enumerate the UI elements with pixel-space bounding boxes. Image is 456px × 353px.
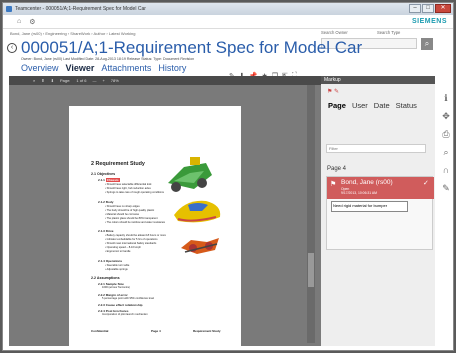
- maximize-button[interactable]: □: [422, 4, 434, 13]
- title-bar: Teamcenter - 000051/A;1-Requirement Spec…: [3, 3, 453, 15]
- settings-icon[interactable]: ⚙: [29, 18, 35, 26]
- page-footer-right: Requirement Study: [193, 329, 221, 333]
- magnet-icon[interactable]: ∩: [437, 165, 453, 183]
- search-icon[interactable]: ⌕: [421, 38, 433, 50]
- section-objectives: 2.1 Objectives: [91, 172, 116, 176]
- app-icon: [6, 6, 12, 12]
- page-footer-center: Page 4: [151, 329, 161, 333]
- markup-tab-page[interactable]: Page: [328, 101, 346, 110]
- markup-tab-status[interactable]: Status: [396, 101, 417, 110]
- chassis-number: 2.1.1: [98, 178, 105, 182]
- edit-icon[interactable]: ✎: [437, 183, 453, 201]
- viewer-toolbar: ⌕ ⬆ ⬇ Page: 1 of 6 — + 78%: [9, 76, 321, 85]
- note-text-input[interactable]: Need rigid material for bumper: [331, 201, 408, 212]
- page-label: Page:: [59, 78, 71, 83]
- note-meta: Open 9/17/2013, 10:06:31 AM: [341, 187, 377, 195]
- note-date: 9/17/2013, 10:06:31 AM: [341, 191, 378, 195]
- markup-filter-input[interactable]: [326, 144, 426, 153]
- doc-heading: 2 Requirement Study: [91, 161, 145, 167]
- scrollbar-thumb[interactable]: [308, 253, 314, 287]
- close-button[interactable]: ✕: [435, 4, 451, 13]
- zoom-icon[interactable]: ⌕: [437, 147, 453, 165]
- markup-header: Markup: [321, 76, 435, 84]
- list-item: Springs to take care of rough operating …: [105, 191, 164, 195]
- back-icon[interactable]: ‹: [7, 43, 17, 53]
- top-bar: ⌂ ⚙ SIEMENS: [3, 15, 453, 29]
- window-controls: – □ ✕: [409, 4, 451, 13]
- tab-attachments[interactable]: Attachments: [101, 63, 151, 73]
- move-icon[interactable]: ✥: [437, 111, 453, 129]
- chassis-list: Should have selectable differential lock…: [105, 183, 164, 195]
- tab-viewer[interactable]: Viewer: [66, 63, 95, 73]
- home-icon[interactable]: ⌂: [17, 18, 21, 25]
- section-drive: 2.1.3 Drive: [98, 229, 114, 233]
- chassis-highlight[interactable]: Chassis: [105, 178, 120, 182]
- section-body: 2.1.2 Body: [98, 200, 114, 204]
- brochures-text: Incorporation of pilot launch mechanism: [102, 313, 148, 316]
- note-flag-icon: ⚑: [330, 181, 337, 188]
- page-title: 000051/A;1-Requirement Spec for Model Ca…: [21, 38, 363, 57]
- item-meta: Owner: Bond, Jane (rs00) Last Modified D…: [21, 57, 194, 61]
- meta-owner: Owner: Bond, Jane (rs00): [21, 57, 63, 61]
- list-item: Ergonomic to handle: [105, 250, 166, 254]
- markup-tab-user[interactable]: User: [352, 101, 368, 110]
- print-icon[interactable]: ⎙: [437, 129, 453, 147]
- page-down-icon[interactable]: ⬇: [51, 78, 54, 83]
- zoom-out-button[interactable]: —: [92, 78, 96, 83]
- note-author: Bond, Jane (rs00): [341, 179, 393, 186]
- list-item: The colors should be rainbow and water r…: [105, 221, 166, 225]
- search-labels: Search Owner Search Type: [321, 30, 400, 35]
- markup-tab-date[interactable]: Date: [374, 101, 390, 110]
- markup-tabs: Page User Date Status: [328, 101, 417, 110]
- body-image: [174, 200, 221, 223]
- search-owner-label: Search Owner: [321, 30, 348, 35]
- document-page: 2 Requirement Study 2.1 Objectives 2.1.1…: [69, 106, 241, 346]
- meta-status: Release Status:: [126, 57, 153, 61]
- app-window: Teamcenter - 000051/A;1-Requirement Spec…: [2, 2, 454, 351]
- minimize-button[interactable]: –: [409, 4, 421, 13]
- meta-modified: Last Modified Date: 28-Aug-2013 18:19: [63, 57, 126, 61]
- breadcrumb[interactable]: Bond, Jane (rs00) › Engineering › ShareW…: [10, 31, 135, 36]
- drive-image: [181, 238, 219, 254]
- zoom-level[interactable]: 78%: [111, 78, 119, 83]
- brand-logo: SIEMENS: [411, 18, 447, 25]
- markup-page-group: Page 4: [327, 166, 347, 172]
- section-chassis: 2.1.1 Chassis: [98, 178, 120, 182]
- note-check-icon[interactable]: ✓: [423, 179, 429, 187]
- zoom-in-button[interactable]: +: [102, 78, 104, 83]
- page-up-icon[interactable]: ⬆: [41, 78, 44, 83]
- info-icon[interactable]: ℹ: [437, 93, 453, 111]
- window-title: Teamcenter - 000051/A;1-Requirement Spec…: [15, 6, 146, 12]
- tab-history[interactable]: History: [158, 63, 186, 73]
- search-type-label: Search Type: [376, 30, 401, 35]
- meta-type: Type: Document Revision: [153, 57, 195, 61]
- markup-flag-icon[interactable]: ⚑ ✎: [327, 88, 339, 95]
- page-count[interactable]: 1 of 6: [76, 78, 86, 83]
- drive-list: Battery capacity should be atleast 18 ho…: [105, 234, 166, 254]
- operations-list: Steerable turn table Adjustable springs: [105, 264, 130, 272]
- tab-overview[interactable]: Overview: [21, 63, 59, 73]
- section-cause: 2.2.3 Cause effect relationship: [98, 303, 143, 307]
- viewer-search-icon[interactable]: ⌕: [33, 78, 35, 83]
- list-item: Adjustable springs: [105, 268, 129, 272]
- right-toolbar: ℹ ✥ ⎙ ⌕ ∩ ✎: [437, 93, 453, 193]
- viewer-scrollbar[interactable]: [307, 85, 315, 343]
- sample-size-text: 1000 (across Toccontra): [102, 286, 130, 289]
- page-footer-left: Confidential: [91, 329, 109, 333]
- section-operations: 2.1.4 Operations: [98, 259, 123, 263]
- item-tabs: Overview Viewer Attachments History: [21, 63, 186, 73]
- markup-panel: Markup ⚑ ✎ Page User Date Status Page 4 …: [321, 76, 435, 346]
- margin-text: 5 percentage point with 95% confidence l…: [102, 297, 155, 300]
- body-list: Should have no sharp edges The body shou…: [105, 205, 166, 225]
- section-assumptions: 2.2 Assumptions: [91, 276, 120, 280]
- chassis-image: [168, 157, 212, 192]
- markup-note[interactable]: ⚑ Bond, Jane (rs00) Open 9/17/2013, 10:0…: [326, 176, 434, 250]
